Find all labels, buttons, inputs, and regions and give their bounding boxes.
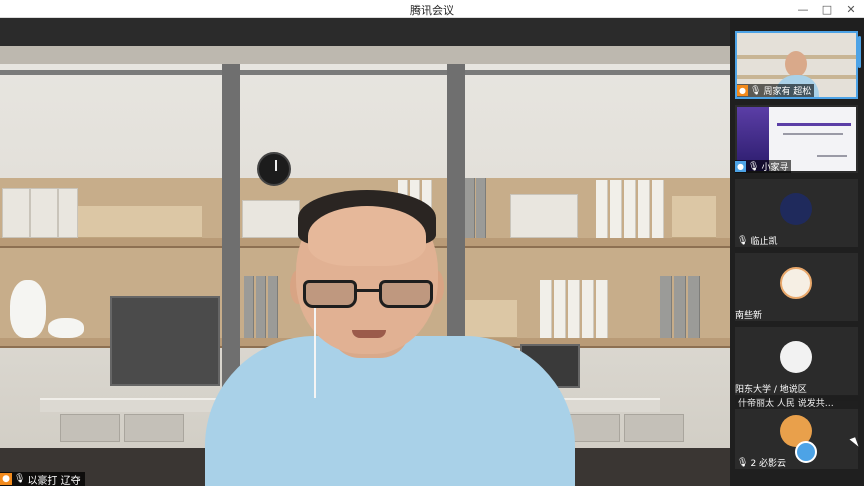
participant-label: 🎙 2 必影云 [735, 456, 789, 470]
participant-label: ● 🎙 小家寻 [735, 160, 792, 173]
laptop [110, 296, 220, 386]
participant-tile-2[interactable]: ● 🎙 小家寻 [735, 105, 858, 173]
mic-icon: 🎙 [737, 457, 749, 468]
book [476, 178, 486, 238]
drawer [624, 414, 684, 442]
participant-label: 南些新 [735, 308, 765, 321]
participant-name: 2 必影云 [750, 459, 787, 469]
notification-text: 什帝丽太 人民 说发共… [738, 399, 834, 409]
book [688, 276, 700, 338]
book [660, 276, 672, 338]
clock-icon [257, 152, 291, 186]
participant-avatar [780, 193, 812, 225]
mic-icon: 🎙 [748, 161, 760, 172]
participant-label: 🎙 临止凯 [735, 234, 780, 248]
participant-tile-5[interactable]: 阳东大学 / 地说区 [735, 327, 858, 395]
stacked-books [465, 300, 517, 338]
sidebar-scrollbar[interactable] [858, 36, 861, 68]
stacked-books [672, 196, 716, 238]
user-icon: ● [735, 161, 746, 172]
book [568, 280, 580, 338]
book [256, 276, 266, 338]
stacked-books [78, 206, 140, 238]
book [610, 180, 622, 238]
book [554, 280, 566, 338]
minimize-icon[interactable]: — [792, 0, 814, 18]
person-shirt [205, 336, 575, 486]
bowl [48, 318, 84, 338]
window-title: 腾讯会议 [410, 4, 454, 17]
close-icon[interactable]: ✕ [840, 0, 862, 18]
book [582, 280, 594, 338]
book [244, 276, 254, 338]
main-video[interactable] [0, 18, 730, 486]
shelf-rail [0, 70, 730, 75]
participant-name: 南些新 [735, 311, 763, 321]
main-speaker-label: ● 🎙 以豪打 辽夺 [0, 472, 85, 486]
person-forehead [308, 206, 426, 266]
notification-strip: 什帝丽太 人民 说发共… [735, 396, 861, 409]
stacked-books [140, 206, 202, 238]
shelf [465, 238, 730, 248]
storage-box [30, 188, 58, 238]
video-ceiling [0, 18, 730, 46]
participant-name: 小家寻 [761, 163, 789, 173]
participant-label: 阳东大学 / 地说区 [735, 382, 810, 395]
main-speaker-name: 以豪打 辽夺 [27, 475, 81, 486]
book [652, 180, 664, 238]
mic-icon: 🎙 [737, 235, 749, 246]
video-cabinet [0, 46, 730, 64]
book [596, 180, 608, 238]
shelf [0, 238, 222, 248]
participant-avatar [780, 341, 812, 373]
storage-box [242, 200, 300, 238]
storage-box [510, 194, 578, 238]
book [465, 178, 475, 238]
book [540, 280, 552, 338]
earphone-cable [314, 308, 316, 398]
book [638, 180, 650, 238]
person-mouth [352, 330, 386, 338]
participant-name: 周家有 超松 [763, 87, 812, 97]
user-icon: ● [737, 85, 748, 96]
book [624, 180, 636, 238]
participant-label: ● 🎙 周家有 超松 [737, 84, 815, 97]
participant-face [785, 51, 807, 77]
storage-box [2, 188, 30, 238]
participant-tile-4[interactable]: 南些新 [735, 253, 858, 321]
participant-avatar [780, 267, 812, 299]
book [596, 280, 608, 338]
book [268, 276, 278, 338]
participant-name: 阳东大学 / 地说区 [735, 385, 807, 395]
user-icon: ● [0, 473, 12, 485]
book [674, 276, 686, 338]
shelf-post [222, 64, 240, 404]
mic-icon: 🎙 [750, 85, 762, 96]
participant-tile-1[interactable]: ● 🎙 周家有 超松 [735, 31, 858, 99]
title-bar: 腾讯会议 — □ ✕ [0, 0, 864, 18]
vase [10, 280, 46, 338]
participant-name: 临止凯 [750, 237, 778, 247]
participant-tile-3[interactable]: 🎙 临止凯 [735, 179, 858, 247]
maximize-icon[interactable]: □ [816, 0, 838, 18]
storage-box [58, 188, 78, 238]
drawer [60, 414, 120, 442]
participant-badge [795, 441, 817, 463]
mic-icon: 🎙 [14, 474, 26, 484]
participant-tile-6[interactable]: 🎙 2 必影云 [735, 401, 858, 469]
drawer [124, 414, 184, 442]
glasses [303, 280, 433, 310]
